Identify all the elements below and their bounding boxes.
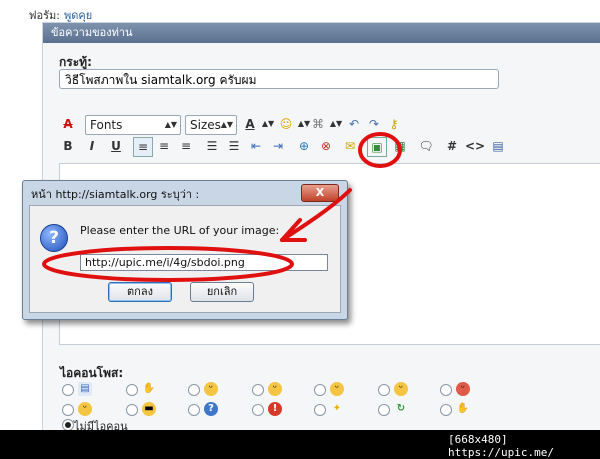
dialog-title: หน้า http://siamtalk.org ระบุว่า : — [31, 188, 200, 201]
redo-icon[interactable]: ↷ — [365, 115, 383, 133]
image-host-footer: [668x480] https://upic.me/ — [448, 433, 554, 459]
ordered-list-icon[interactable]: ☰ — [203, 137, 221, 155]
post-icon-radio[interactable] — [378, 384, 390, 396]
quote-icon[interactable]: 🗨 — [417, 137, 435, 155]
dialog-prompt: Please enter the URL of your image: — [80, 224, 280, 237]
text-color-icon[interactable]: A — [241, 115, 259, 133]
size-select[interactable]: Sizes ▲▼ — [185, 115, 237, 135]
indent-icon[interactable]: ⇥ — [269, 137, 287, 155]
remove-link-icon[interactable]: ⊗ — [317, 137, 335, 155]
post-icon-radio[interactable] — [314, 404, 326, 416]
thumbs-down-icon: ✋ — [142, 383, 156, 394]
insert-image-icon[interactable]: ▣ — [367, 137, 387, 157]
code-hash-icon[interactable]: # — [443, 137, 461, 155]
sad-icon: ᵕ — [394, 382, 408, 396]
email-link-icon[interactable]: ✉ — [341, 137, 359, 155]
post-icons-label: ไอคอนโพส: — [60, 366, 124, 380]
document-icon: ▤ — [78, 382, 92, 396]
cool-icon: ▬ — [142, 402, 156, 416]
angry-icon: ᵕ — [456, 382, 470, 396]
chevron-down-icon: ▲▼ — [220, 120, 233, 129]
subject-input[interactable]: วิธีโพสภาพใน siamtalk.org ครับผม — [59, 69, 499, 89]
ok-button[interactable]: ตกลง — [108, 282, 172, 302]
undo-icon[interactable]: ↶ — [345, 115, 363, 133]
key-icon[interactable]: ⚷ — [385, 115, 403, 133]
outdent-icon[interactable]: ⇤ — [247, 137, 265, 155]
html-code-icon[interactable]: <> — [465, 137, 485, 155]
post-icon-radio[interactable] — [314, 384, 326, 396]
question-icon: ? — [40, 224, 68, 252]
question-icon: ? — [204, 402, 218, 416]
italic-icon[interactable]: I — [83, 137, 101, 155]
page: ฟอรัม: พูดคุย ข้อความของท่าน กระทู้: วิธ… — [0, 0, 600, 430]
url-prompt-dialog: หน้า http://siamtalk.org ระบุว่า : X ? P… — [22, 180, 348, 320]
no-icon-label: ไม่มีไอคอน — [74, 420, 128, 430]
post-icon-radio[interactable] — [378, 404, 390, 416]
grin-icon: ᵕ — [204, 382, 218, 396]
size-select-value: Sizes — [190, 118, 221, 132]
chevron-down-icon: ▲▼ — [164, 120, 177, 129]
align-right-icon[interactable]: ≡ — [177, 137, 195, 155]
arrow-icon: ↻ — [396, 403, 406, 414]
insert-link-icon[interactable]: ⊕ — [295, 137, 313, 155]
font-select[interactable]: Fonts ▲▼ — [85, 115, 181, 135]
lightbulb-icon: ✦ — [332, 403, 342, 414]
dialog-body: ? Please enter the URL of your image: ht… — [29, 205, 341, 313]
post-icon-radio[interactable] — [252, 384, 264, 396]
wink-icon: ᵕ — [268, 382, 282, 396]
bold-icon[interactable]: B — [59, 137, 77, 155]
text-color-dropdown-icon[interactable]: ▲▼ — [259, 115, 277, 133]
image-url-input[interactable]: http://upic.me/i/4g/sbdoi.png — [80, 254, 328, 271]
underline-icon[interactable]: U — [107, 137, 125, 155]
align-left-icon[interactable]: ≡ — [133, 137, 153, 157]
post-icon-radio[interactable] — [252, 404, 264, 416]
post-icon-radio[interactable] — [126, 384, 138, 396]
post-icon-radio[interactable] — [62, 404, 74, 416]
no-icon-radio[interactable] — [62, 419, 74, 430]
php-code-icon[interactable]: ▤ — [489, 137, 507, 155]
unordered-list-icon[interactable]: ☰ — [225, 137, 243, 155]
post-icon-radio[interactable] — [188, 384, 200, 396]
align-center-icon[interactable]: ≡ — [155, 137, 173, 155]
panel-title: ข้อความของท่าน — [43, 23, 600, 43]
close-button[interactable]: X — [301, 184, 339, 202]
post-icon-radio[interactable] — [126, 404, 138, 416]
remove-format-icon[interactable]: A — [59, 115, 77, 133]
smilies-icon[interactable]: ☺ — [277, 115, 295, 133]
attachment-icon[interactable]: ⌘ — [309, 115, 327, 133]
thumbs-up-icon: ✋ — [456, 403, 470, 414]
insert-video-icon[interactable]: ▦ — [391, 137, 409, 155]
smile-icon: ᵕ — [78, 402, 92, 416]
cancel-button[interactable]: ยกเลิก — [190, 282, 254, 302]
post-icon-radio[interactable] — [440, 384, 452, 396]
attachment-dropdown-icon[interactable]: ▲▼ — [327, 115, 345, 133]
laugh-icon: ᵕ — [330, 382, 344, 396]
post-icon-radio[interactable] — [62, 384, 74, 396]
post-icon-radio[interactable] — [188, 404, 200, 416]
font-select-value: Fonts — [90, 118, 123, 132]
exclamation-icon: ! — [268, 402, 282, 416]
post-icon-radio[interactable] — [440, 404, 452, 416]
